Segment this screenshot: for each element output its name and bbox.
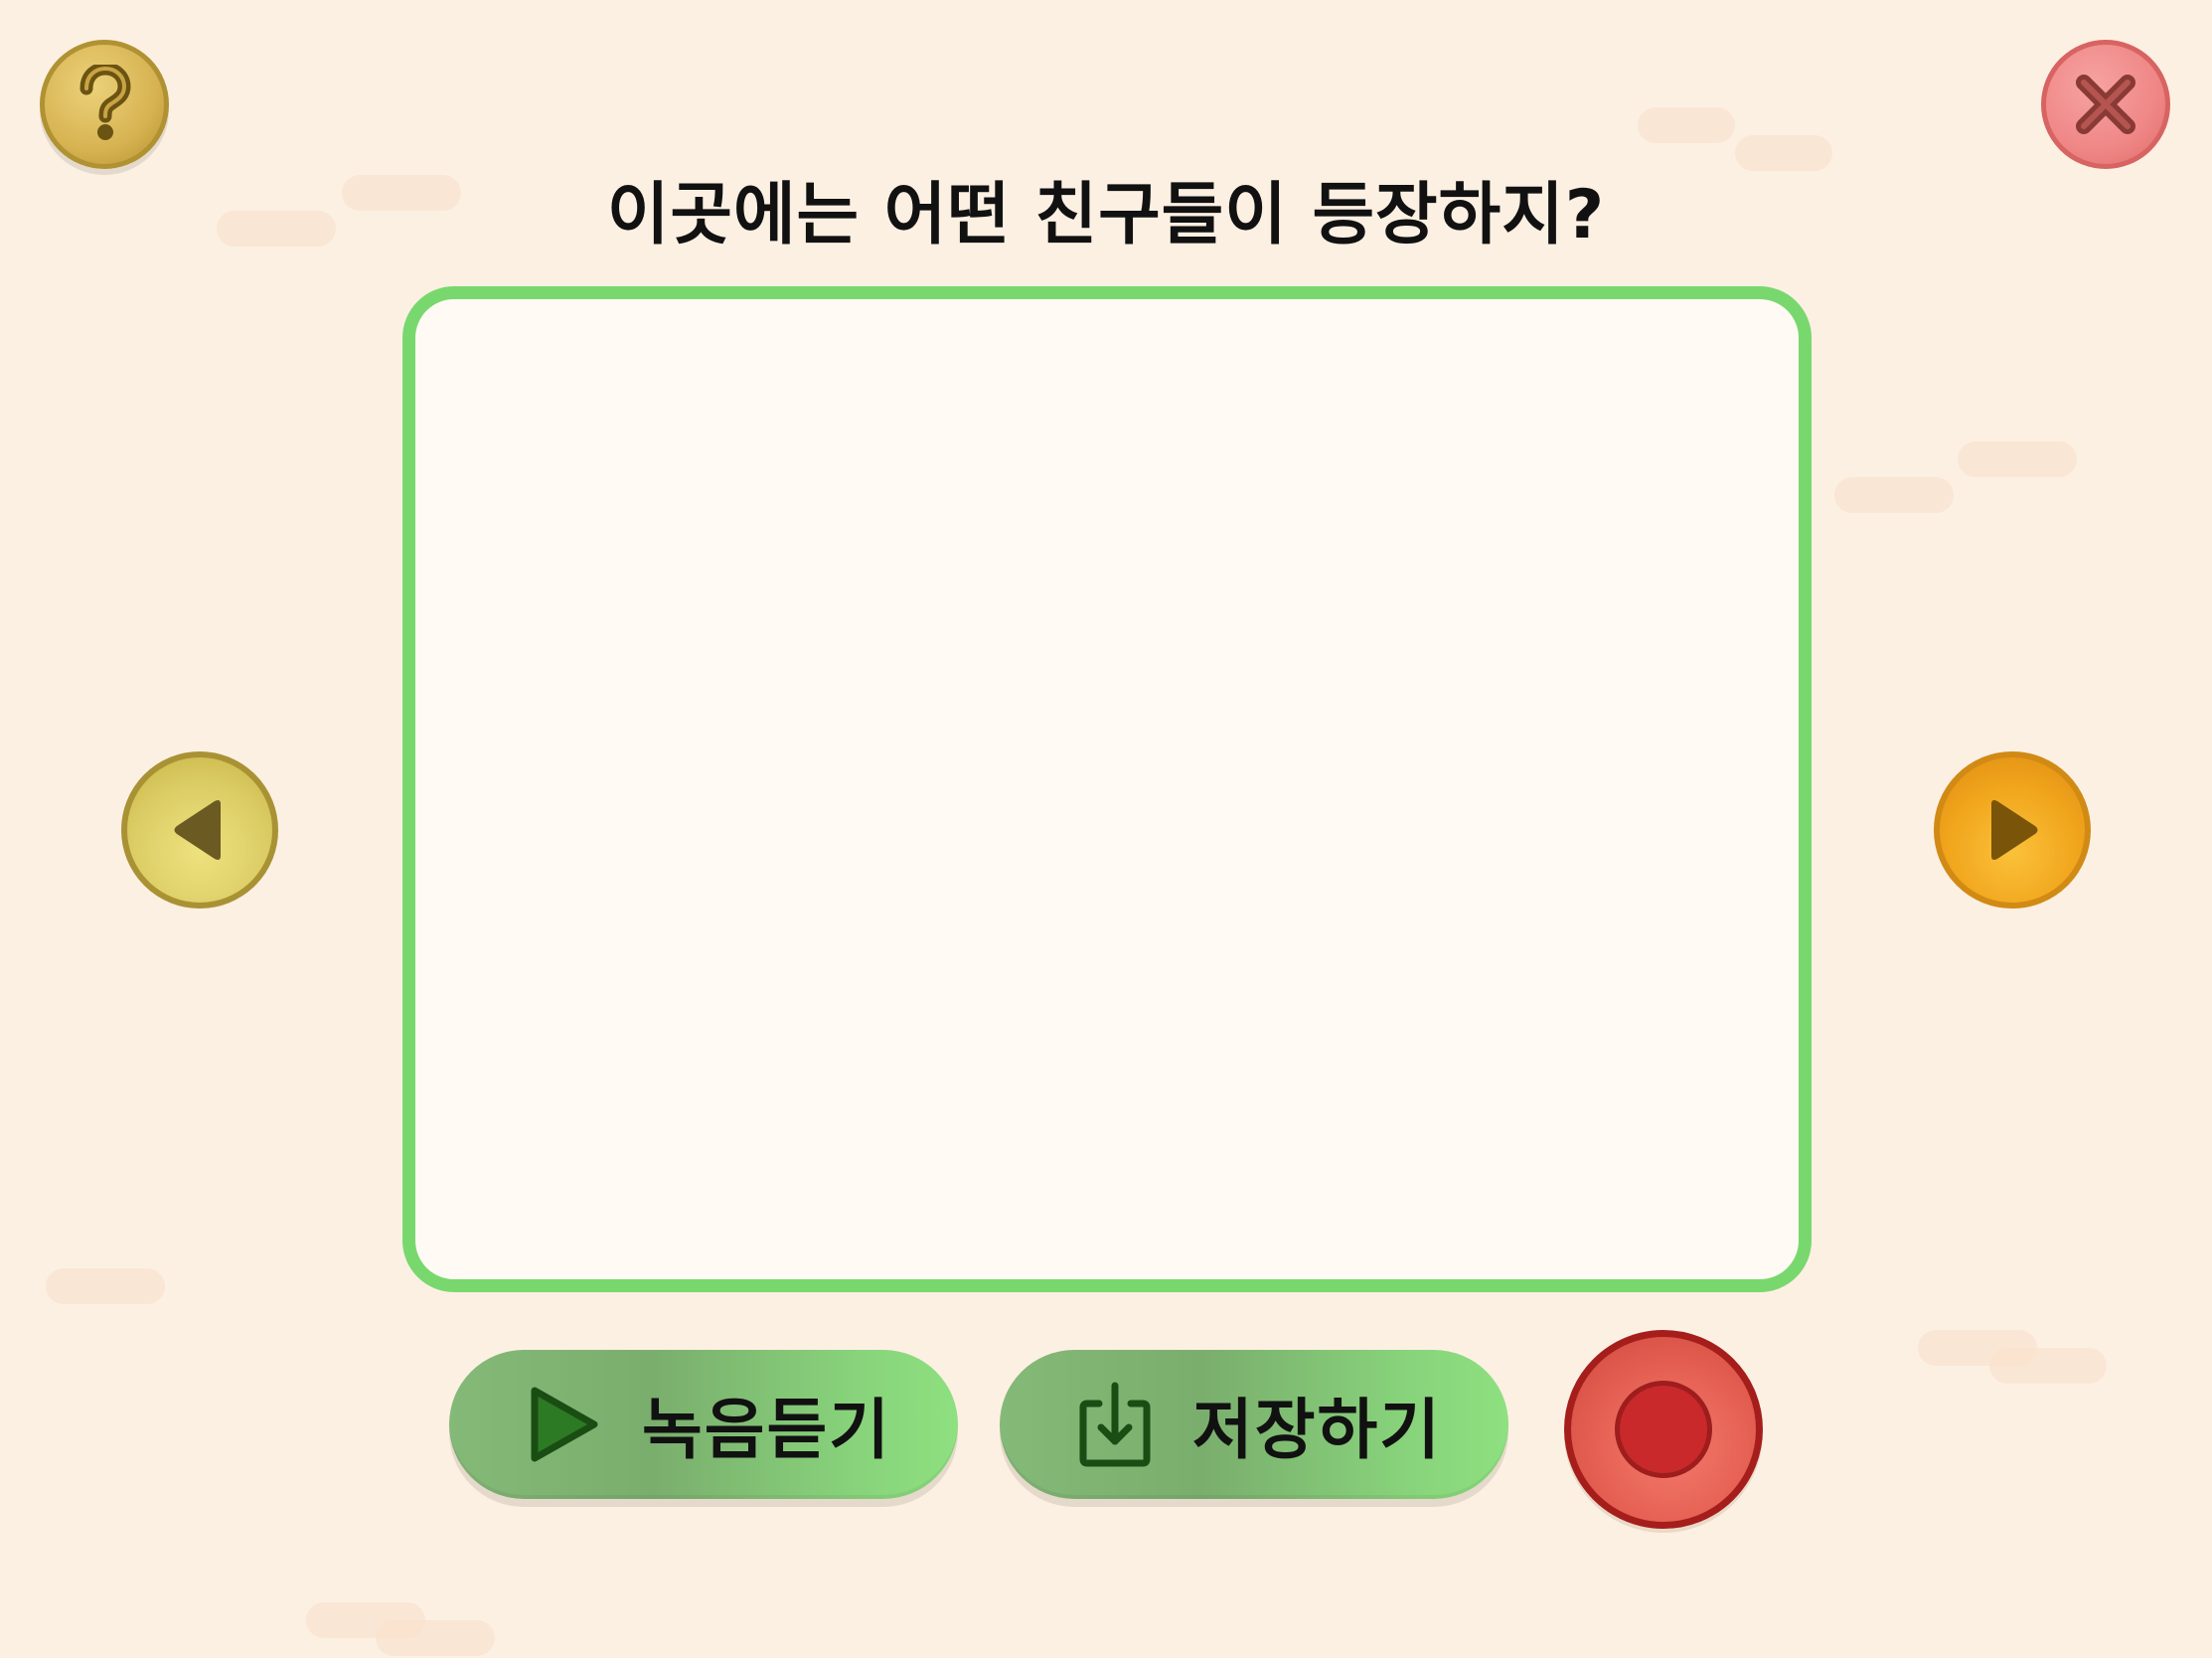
- play-icon: [531, 1387, 598, 1462]
- listen-recording-button[interactable]: 녹음듣기: [449, 1350, 958, 1499]
- close-x-icon: [2076, 75, 2135, 134]
- background-cloud: [1638, 107, 1735, 143]
- next-button[interactable]: [1934, 751, 2091, 909]
- background-cloud: [1958, 441, 2077, 477]
- background-cloud: [1834, 477, 1954, 513]
- save-button[interactable]: 저장하기: [1000, 1350, 1508, 1499]
- background-cloud: [376, 1620, 495, 1656]
- background-cloud: [46, 1268, 165, 1304]
- listen-label: 녹음듣기: [642, 1392, 891, 1468]
- close-button[interactable]: [2041, 40, 2170, 169]
- triangle-right-icon: [1991, 800, 2038, 860]
- question-mark-icon: [79, 65, 131, 140]
- triangle-left-icon: [174, 800, 221, 860]
- help-button[interactable]: [40, 40, 169, 169]
- question-title: 이곳에는 어떤 친구들이 등장하지?: [606, 176, 1606, 254]
- record-button[interactable]: [1564, 1330, 1763, 1529]
- background-cloud: [1989, 1348, 2107, 1384]
- save-label: 저장하기: [1192, 1392, 1442, 1468]
- answer-panel[interactable]: [402, 286, 1812, 1292]
- download-icon: [1079, 1382, 1151, 1467]
- record-icon: [1615, 1381, 1712, 1478]
- previous-button[interactable]: [121, 751, 278, 909]
